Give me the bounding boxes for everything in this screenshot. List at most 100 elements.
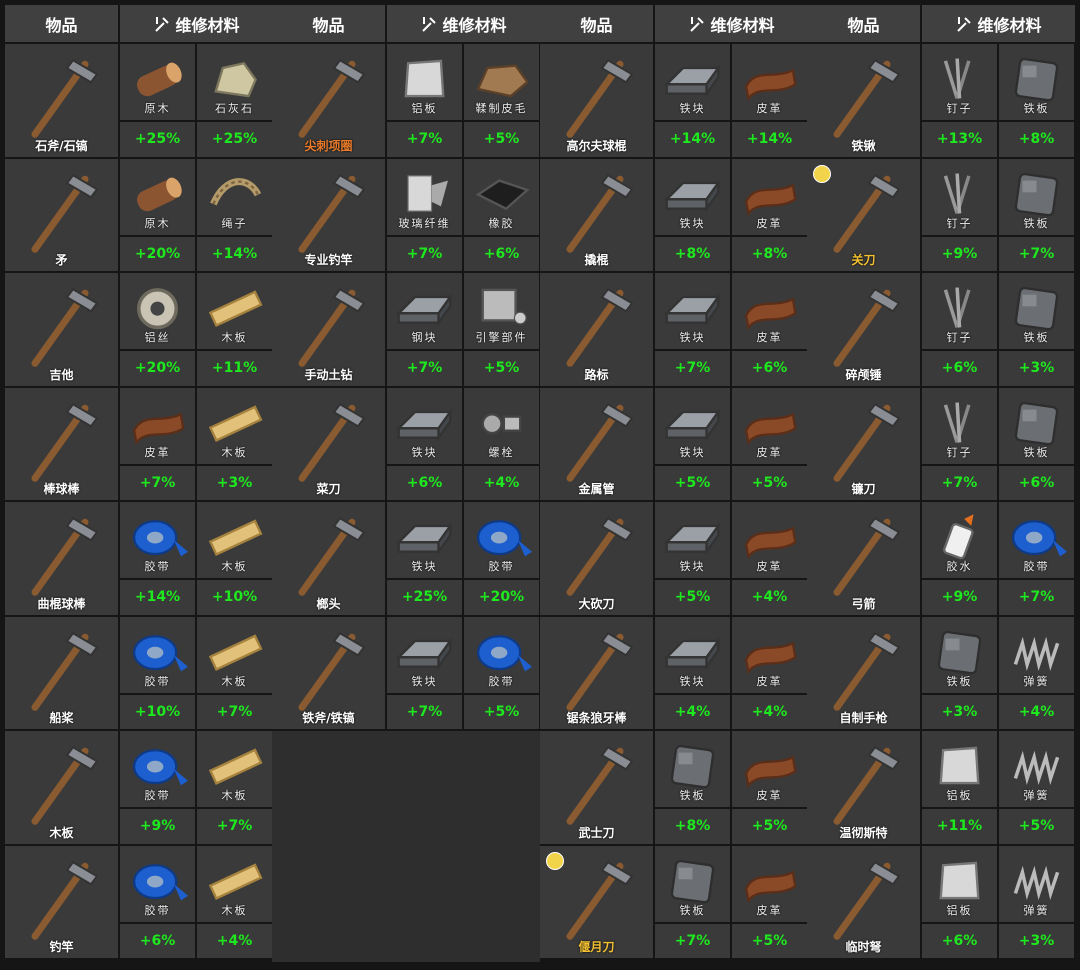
material-cell[interactable]: 弹簧 [999, 731, 1074, 807]
item-cell[interactable]: 金属管 [540, 387, 653, 500]
material-cell[interactable]: 钉子 [922, 158, 997, 235]
material-cell[interactable]: 铁块 [387, 616, 462, 693]
material-cell[interactable]: 钉子 [922, 273, 997, 349]
item-cell[interactable]: 棒球棒 [5, 387, 118, 500]
material-cell[interactable]: 铁块 [655, 273, 730, 349]
material-cell[interactable]: 钢块 [387, 273, 462, 349]
material-cell[interactable]: 皮革 [732, 845, 807, 922]
material-cell[interactable]: 铁块 [655, 616, 730, 693]
material-cell[interactable]: 皮革 [732, 273, 807, 349]
item-cell[interactable]: 碎颅锤 [807, 273, 920, 386]
material-cell[interactable]: 皮革 [732, 158, 807, 235]
material-cell[interactable]: 绳子 [197, 158, 272, 235]
material-cell[interactable]: 胶带 [120, 845, 195, 922]
material-cell[interactable]: 原木 [120, 44, 195, 120]
material-cell[interactable]: 木板 [197, 731, 272, 807]
item-cell[interactable]: 锯条狼牙棒 [540, 616, 653, 729]
material-cell[interactable]: 胶带 [120, 502, 195, 578]
item-cell[interactable]: 大砍刀 [540, 502, 653, 615]
material-name: 皮革 [756, 331, 783, 344]
material-cell[interactable]: 铝板 [922, 731, 997, 807]
material-cell[interactable]: 铁板 [655, 731, 730, 807]
material-cell[interactable]: 钉子 [922, 44, 997, 120]
item-name: 榔头 [316, 596, 341, 611]
material-name: 铝板 [946, 789, 973, 802]
item-cell[interactable]: 钓竿 [5, 845, 118, 958]
material-cell[interactable]: 铁块 [655, 387, 730, 464]
material-cell[interactable]: 铁板 [655, 845, 730, 922]
item-cell[interactable]: 镰刀 [807, 387, 920, 500]
item-cell[interactable]: 手动土钻 [272, 273, 385, 386]
material-cell[interactable]: 铁板 [999, 273, 1074, 349]
item-cell[interactable]: 船桨 [5, 616, 118, 729]
item-cell[interactable]: 曲棍球棒 [5, 502, 118, 615]
material-cell[interactable]: 橡胶 [464, 158, 539, 235]
material-cell[interactable]: 铁板 [999, 387, 1074, 464]
material-cell[interactable]: 木板 [197, 845, 272, 922]
material-cell[interactable]: 皮革 [120, 387, 195, 464]
material-cell[interactable]: 木板 [197, 616, 272, 693]
material-name: 胶带 [144, 560, 171, 573]
material-cell[interactable]: 木板 [197, 502, 272, 578]
item-cell[interactable]: 石斧/石镐 [5, 44, 118, 157]
item-cell[interactable]: 高尔夫球棍 [540, 44, 653, 157]
material-cell[interactable]: 铁块 [387, 502, 462, 578]
material-name: 原木 [144, 102, 171, 115]
item-cell[interactable]: 偃月刀 [540, 845, 653, 958]
material-cell[interactable]: 皮革 [732, 502, 807, 578]
material-cell[interactable]: 鞣制皮毛 [464, 44, 539, 120]
item-cell[interactable]: 弓箭 [807, 502, 920, 615]
item-cell[interactable]: 撬棍 [540, 158, 653, 271]
material-name: 铁块 [411, 674, 438, 688]
item-cell[interactable]: 榔头 [272, 502, 385, 615]
material-cell[interactable]: 胶水 [922, 502, 997, 578]
material-cell[interactable]: 木板 [197, 387, 272, 464]
item-cell[interactable]: 矛 [5, 158, 118, 271]
item-cell[interactable]: 铁斧/铁镐 [272, 616, 385, 729]
material-cell[interactable]: 铁板 [999, 44, 1074, 120]
material-cell[interactable]: 原木 [120, 158, 195, 235]
material-cell[interactable]: 皮革 [732, 731, 807, 807]
material-cell[interactable]: 木板 [197, 273, 272, 349]
material-cell[interactable]: 皮革 [732, 387, 807, 464]
item-cell[interactable]: 菜刀 [272, 387, 385, 500]
item-cell[interactable]: 温彻斯特 [807, 731, 920, 844]
material-cell[interactable]: 石灰石 [197, 44, 272, 120]
material-cell[interactable]: 皮革 [732, 616, 807, 693]
material-cell[interactable]: 铁块 [387, 387, 462, 464]
material-cell[interactable]: 钉子 [922, 387, 997, 464]
material-cell[interactable]: 胶带 [464, 616, 539, 693]
item-cell[interactable]: 路标 [540, 273, 653, 386]
material-cell[interactable]: 铁板 [922, 616, 997, 693]
material-cell[interactable]: 弹簧 [999, 845, 1074, 922]
material-cell[interactable]: 胶带 [999, 502, 1074, 578]
repair-percent: +20% [120, 236, 195, 271]
item-cell[interactable]: 自制手枪 [807, 616, 920, 729]
material-cell[interactable]: 玻璃纤维 [387, 158, 462, 235]
item-cell[interactable]: 木板 [5, 731, 118, 844]
material-cell[interactable]: 铝板 [922, 845, 997, 922]
material-cell[interactable]: 铁板 [999, 158, 1074, 235]
material-cell[interactable]: 铝板 [387, 44, 462, 120]
material-cell[interactable]: 弹簧 [999, 616, 1074, 693]
item-cell[interactable]: 专业钓竿 [272, 158, 385, 271]
header-repair-materials: 维修材料 [120, 5, 273, 42]
material-cell[interactable]: 胶带 [120, 616, 195, 693]
item-cell[interactable]: 武士刀 [540, 731, 653, 844]
material-cell[interactable]: 铝丝 [120, 273, 195, 349]
material-cell[interactable]: 螺栓 [464, 387, 539, 464]
item-cell[interactable]: 吉他 [5, 273, 118, 386]
item-cell[interactable]: 尖刺项圈 [272, 44, 385, 157]
material-cell[interactable]: 胶带 [464, 502, 539, 578]
material-cell[interactable]: 引擎部件 [464, 273, 539, 349]
material-cell[interactable]: 胶带 [120, 731, 195, 807]
item-cell[interactable]: 关刀 [807, 158, 920, 271]
material-cell[interactable]: 铁块 [655, 502, 730, 578]
item-cell[interactable]: 铁锹 [807, 44, 920, 157]
repair-percent: +7% [655, 351, 730, 386]
material-name: 胶带 [488, 560, 515, 573]
material-cell[interactable]: 皮革 [732, 44, 807, 120]
material-cell[interactable]: 铁块 [655, 44, 730, 120]
material-cell[interactable]: 铁块 [655, 158, 730, 235]
item-cell[interactable]: 临时弩 [807, 845, 920, 958]
